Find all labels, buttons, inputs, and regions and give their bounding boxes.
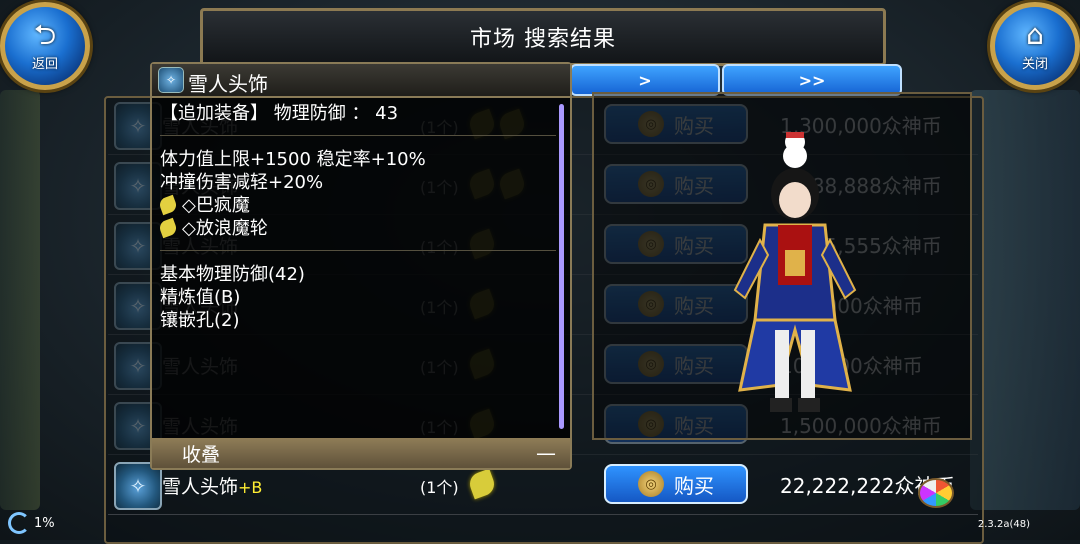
version-label: 2.3.2a(48) — [977, 519, 1030, 530]
item-tooltip: ✧ 雪人头饰 【追加装备】 物理防御 ： 43 体力值上限+1500 稳定率+1… — [150, 62, 572, 470]
buy-label: 购买 — [674, 473, 714, 498]
gem-icon — [157, 217, 179, 239]
item-quantity: (1个) — [420, 478, 459, 497]
gem-slot-icon — [466, 468, 498, 500]
home-icon: ⌂ — [1026, 17, 1044, 51]
minus-icon: — — [536, 441, 556, 465]
equip-line: 【追加装备】 物理防御 ： 43 — [160, 103, 399, 124]
tooltip-item-name: 雪人头饰 — [188, 72, 268, 96]
loading-ring-icon — [8, 512, 30, 534]
buy-button[interactable]: ◎ 购买 — [604, 464, 748, 504]
tooltip-header: ✧ 雪人头饰 — [152, 64, 570, 98]
back-label: 返回 — [31, 56, 58, 72]
palette-icon[interactable] — [918, 478, 954, 508]
back-button[interactable]: ⮌ 返回 — [0, 2, 90, 90]
collapse-label: 收叠 — [182, 443, 221, 466]
base-line: 镶嵌孔(2) — [160, 310, 240, 331]
status-percent: 1% — [34, 515, 55, 531]
close-button[interactable]: ⌂ 关闭 — [990, 2, 1080, 90]
stat-line: 体力值上限+1500 稳定率+10% — [160, 149, 426, 170]
gem-name: ◇放浪魔轮 — [182, 218, 268, 239]
background-scenery-left — [0, 90, 40, 510]
stat-line: 冲撞伤害减轻+20% — [160, 172, 324, 193]
item-name: 雪人头饰+B — [162, 476, 263, 498]
gem-icon — [157, 194, 179, 216]
gem-line: ◇放浪魔轮 — [157, 217, 556, 240]
tooltip-body: 【追加装备】 物理防御 ： 43 体力值上限+1500 稳定率+10% 冲撞伤害… — [157, 102, 556, 332]
close-label: 关闭 — [1021, 56, 1048, 72]
divider — [160, 135, 556, 136]
character-preview-figure — [733, 132, 857, 412]
coin-icon: ◎ — [638, 471, 664, 497]
snowman-hat-icon: ✧ — [158, 67, 184, 93]
battery-status: 1% — [8, 512, 55, 534]
back-arrow-icon: ⮌ — [33, 17, 57, 51]
base-line: 精炼值(B) — [160, 287, 241, 308]
gem-line: ◇巴疯魔 — [157, 194, 556, 217]
collapse-button[interactable]: 收叠 — — [152, 438, 570, 468]
background-scenery-right — [970, 90, 1080, 510]
page-title: 市场 搜索结果 — [200, 8, 886, 66]
divider — [160, 250, 556, 251]
base-line: 基本物理防御(42) — [160, 264, 305, 285]
gem-name: ◇巴疯魔 — [182, 195, 250, 216]
tooltip-scrollbar[interactable] — [559, 104, 564, 429]
